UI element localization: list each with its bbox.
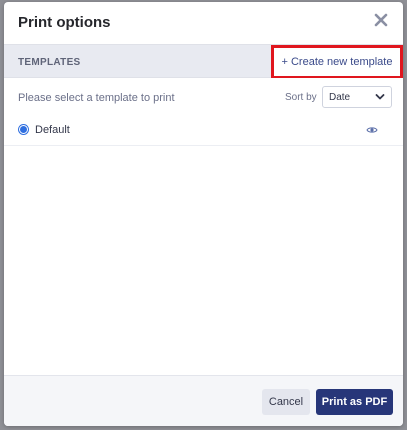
template-name: Default — [35, 124, 70, 136]
templates-content: Please select a template to print Sort b… — [4, 78, 403, 375]
close-button[interactable] — [371, 10, 391, 30]
radio-selected-dot — [20, 126, 27, 133]
print-as-pdf-button[interactable]: Print as PDF — [316, 389, 393, 415]
sort-by-label: Sort by — [285, 92, 317, 103]
print-options-dialog: Print options TEMPLATES + Create new tem… — [4, 2, 403, 426]
cancel-button[interactable]: Cancel — [262, 389, 310, 415]
template-row[interactable]: Default — [4, 116, 403, 146]
dialog-footer: Cancel Print as PDF — [4, 375, 403, 426]
prompt-row: Please select a template to print Sort b… — [4, 78, 403, 116]
create-new-template-link[interactable]: + Create new template — [271, 45, 403, 79]
sort-select-value: Date — [329, 91, 351, 103]
select-template-prompt: Please select a template to print — [18, 92, 175, 104]
close-icon — [374, 13, 388, 27]
chevron-down-icon — [375, 94, 385, 100]
templates-label: TEMPLATES — [18, 57, 81, 68]
eye-icon[interactable] — [366, 124, 378, 136]
dialog-title: Print options — [18, 14, 111, 31]
sort-select[interactable]: Date — [322, 86, 392, 108]
template-radio[interactable] — [18, 124, 29, 135]
templates-bar: TEMPLATES + Create new template — [4, 44, 403, 79]
dialog-header: Print options — [4, 2, 403, 44]
